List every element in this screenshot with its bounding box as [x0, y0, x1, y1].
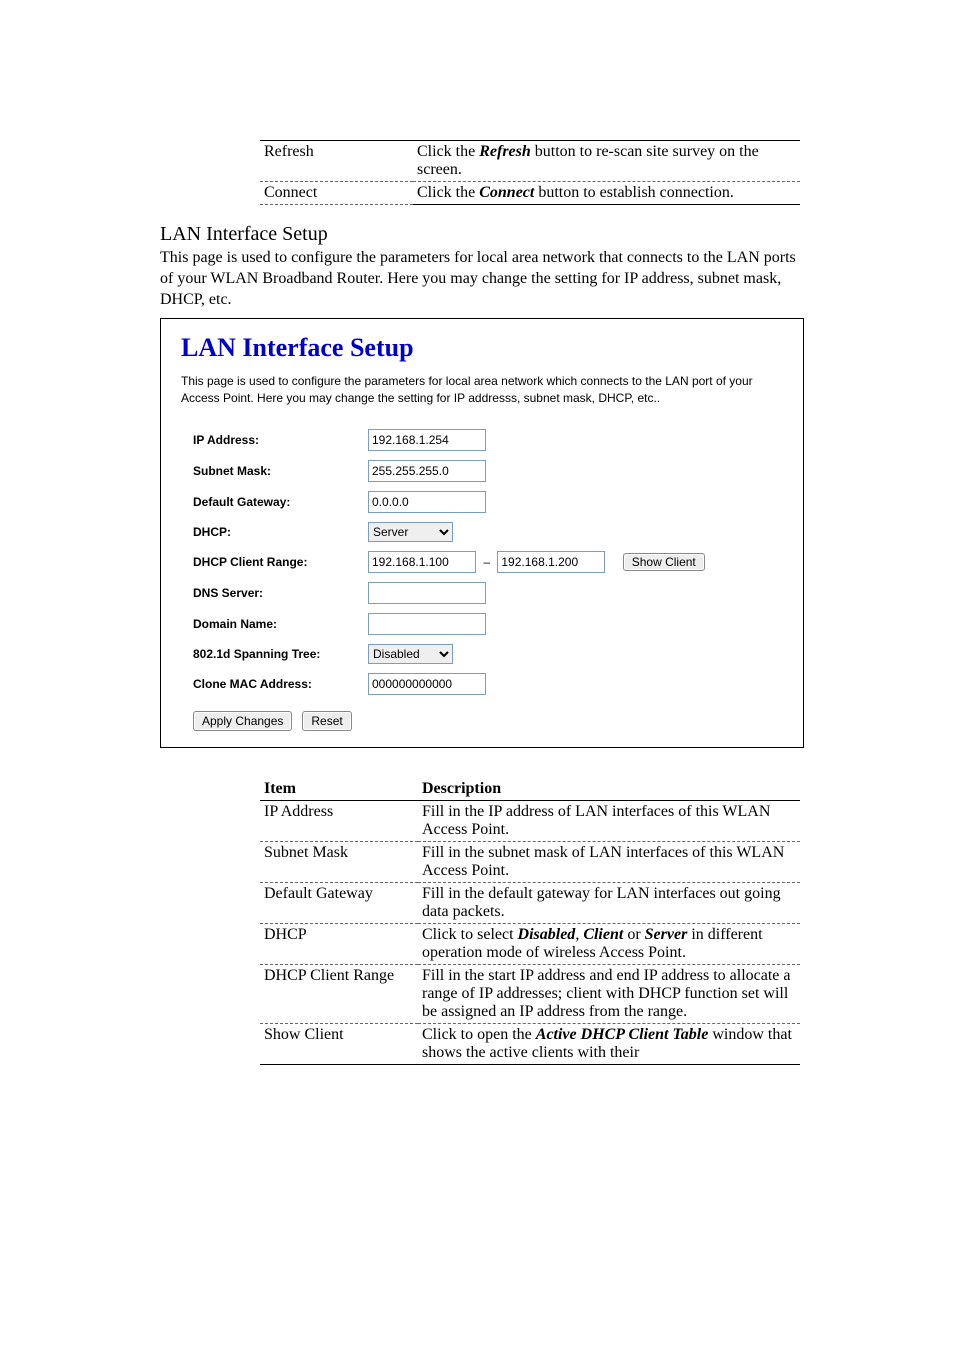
default-gateway-label: Default Gateway:	[193, 495, 368, 509]
item-cell: Default Gateway	[260, 882, 418, 923]
desc-cell: Fill in the start IP address and end IP …	[418, 964, 800, 1023]
dhcp-range-end-input[interactable]	[497, 551, 605, 573]
subnet-mask-input[interactable]	[368, 460, 486, 482]
section-heading: LAN Interface Setup	[160, 223, 804, 246]
desc-cell: Fill in the default gateway for LAN inte…	[418, 882, 800, 923]
section-intro: This page is used to configure the param…	[160, 248, 804, 310]
clone-mac-input[interactable]	[368, 673, 486, 695]
spanning-tree-label: 802.1d Spanning Tree:	[193, 647, 368, 661]
table-row: DHCP Click to select Disabled, Client or…	[260, 923, 800, 964]
header-item: Item	[260, 778, 418, 801]
item-cell: DHCP	[260, 923, 418, 964]
table-row: Refresh Click the Refresh button to re-s…	[260, 141, 800, 182]
table-row: IP Address Fill in the IP address of LAN…	[260, 800, 800, 841]
apply-changes-button[interactable]: Apply Changes	[193, 711, 292, 731]
table-row: Connect Click the Connect button to esta…	[260, 182, 800, 205]
table-row: Subnet Mask Fill in the subnet mask of L…	[260, 841, 800, 882]
item-cell: Subnet Mask	[260, 841, 418, 882]
ip-address-input[interactable]	[368, 429, 486, 451]
button-row: Apply Changes Reset	[193, 711, 783, 731]
dhcp-range-start-input[interactable]	[368, 551, 476, 573]
domain-name-input[interactable]	[368, 613, 486, 635]
desc-cell: Click the Refresh button to re-scan site…	[413, 141, 800, 182]
desc-cell: Click to select Disabled, Client or Serv…	[418, 923, 800, 964]
item-cell: Show Client	[260, 1023, 418, 1064]
dns-server-input[interactable]	[368, 582, 486, 604]
table-row: Default Gateway Fill in the default gate…	[260, 882, 800, 923]
table-row: Show Client Click to open the Active DHC…	[260, 1023, 800, 1064]
item-cell: IP Address	[260, 800, 418, 841]
reset-button[interactable]: Reset	[302, 711, 351, 731]
subnet-mask-label: Subnet Mask:	[193, 464, 368, 478]
dhcp-label: DHCP:	[193, 525, 368, 539]
dhcp-range-label: DHCP Client Range:	[193, 555, 368, 569]
form-grid: IP Address: Subnet Mask: Default Gateway…	[193, 429, 783, 695]
desc-cell: Click the Connect button to establish co…	[413, 182, 800, 205]
domain-name-label: Domain Name:	[193, 617, 368, 631]
desc-cell: Fill in the IP address of LAN interfaces…	[418, 800, 800, 841]
desc-cell: Click to open the Active DHCP Client Tab…	[418, 1023, 800, 1064]
bottom-description-table: Item Description IP Address Fill in the …	[260, 778, 800, 1065]
top-description-table: Refresh Click the Refresh button to re-s…	[260, 140, 800, 205]
range-dash: –	[483, 555, 490, 569]
item-cell: DHCP Client Range	[260, 964, 418, 1023]
clone-mac-label: Clone MAC Address:	[193, 677, 368, 691]
spanning-tree-select[interactable]: Disabled	[368, 644, 453, 664]
item-cell: Connect	[260, 182, 413, 205]
table-header-row: Item Description	[260, 778, 800, 801]
panel-subtitle: This page is used to configure the param…	[181, 373, 783, 407]
dns-server-label: DNS Server:	[193, 586, 368, 600]
show-client-button[interactable]: Show Client	[623, 553, 705, 571]
desc-cell: Fill in the subnet mask of LAN interface…	[418, 841, 800, 882]
panel-title: LAN Interface Setup	[181, 333, 783, 363]
ip-address-label: IP Address:	[193, 433, 368, 447]
table-row: DHCP Client Range Fill in the start IP a…	[260, 964, 800, 1023]
header-desc: Description	[418, 778, 800, 801]
item-cell: Refresh	[260, 141, 413, 182]
lan-setup-panel: LAN Interface Setup This page is used to…	[160, 318, 804, 748]
default-gateway-input[interactable]	[368, 491, 486, 513]
dhcp-select[interactable]: Server	[368, 522, 453, 542]
